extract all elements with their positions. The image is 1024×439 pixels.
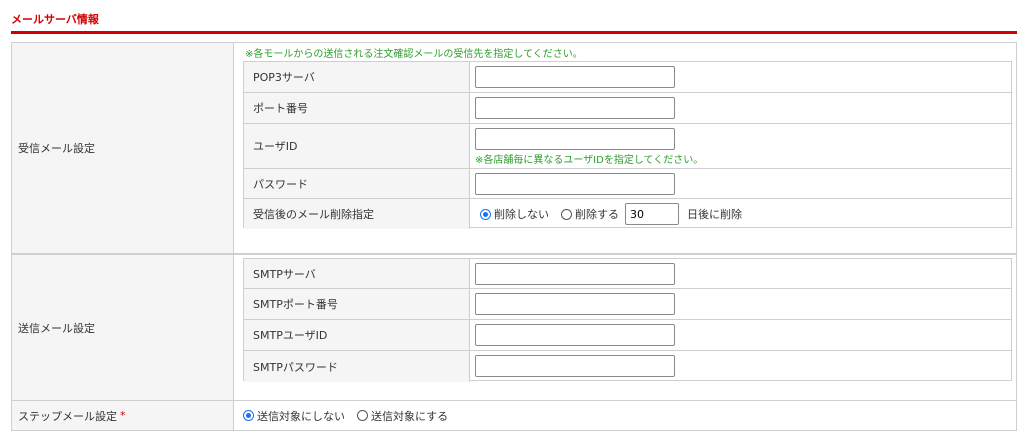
receive-mail-block: 受信メール設定 ※各モールからの送信される注文確認メールの受信先を指定してくださ… (11, 42, 1017, 254)
step-on-label[interactable]: 送信対象にする (371, 408, 448, 424)
smtp-row: SMTPサーバ (244, 259, 1011, 289)
delete-days-suffix: 日後に削除 (687, 208, 742, 221)
delete-yes-label[interactable]: 削除する (575, 206, 619, 222)
receive-mail-label: 受信メール設定 (12, 43, 234, 253)
pop3-label: POP3サーバ (244, 62, 470, 92)
receive-notice: ※各モールからの送信される注文確認メールの受信先を指定してください。 (245, 49, 583, 60)
send-mail-label: 送信メール設定 (12, 255, 234, 400)
pop3-server-input[interactable] (475, 66, 675, 88)
password-row: パスワード (244, 169, 1011, 199)
port-row: ポート番号 (244, 93, 1011, 124)
step-mail-block: ステップメール設定 * 送信対象にしない 送信対象にする (11, 400, 1017, 431)
smtp-port-label: SMTPポート番号 (244, 289, 470, 319)
required-mark: * (120, 409, 126, 422)
step-off-label[interactable]: 送信対象にしない (257, 408, 345, 424)
delete-days-input[interactable] (625, 203, 679, 225)
userid-notice: ※各店舗毎に異なるユーザIDを指定してください。 (475, 155, 704, 166)
userid-input[interactable] (475, 128, 675, 150)
receive-settings-table: POP3サーバ ポート番号 ユーザID ※各店舗毎に異なるユーザIDを指定してく… (243, 61, 1012, 229)
smtp-user-row: SMTPユーザID (244, 320, 1011, 351)
step-mail-options: 送信対象にしない 送信対象にする (243, 401, 448, 430)
port-input[interactable] (475, 97, 675, 119)
smtp-server-input[interactable] (475, 263, 675, 285)
section-title: メールサーバ情報 (11, 13, 99, 26)
title-divider (11, 31, 1017, 34)
send-settings-table: SMTPサーバ SMTPポート番号 SMTPユーザID SMTPパスワード (243, 258, 1012, 382)
smtp-user-label: SMTPユーザID (244, 320, 470, 350)
delete-no-radio[interactable] (480, 208, 491, 220)
pop3-row: POP3サーバ (244, 62, 1011, 93)
delete-yes-radio[interactable] (561, 208, 572, 220)
smtp-password-row: SMTPパスワード (244, 351, 1011, 382)
userid-row: ユーザID ※各店舗毎に異なるユーザIDを指定してください。 (244, 124, 1011, 169)
delete-label: 受信後のメール削除指定 (244, 199, 470, 229)
smtp-label: SMTPサーバ (244, 259, 470, 288)
userid-label: ユーザID (244, 124, 470, 168)
step-on-radio[interactable] (357, 410, 368, 421)
delete-no-label[interactable]: 削除しない (494, 206, 549, 222)
delete-row: 受信後のメール削除指定 削除しない 削除する 日後に削除 (244, 199, 1011, 229)
smtp-port-row: SMTPポート番号 (244, 289, 1011, 320)
port-label: ポート番号 (244, 93, 470, 123)
smtp-password-input[interactable] (475, 355, 675, 377)
step-mail-label-text: ステップメール設定 (18, 409, 117, 423)
step-mail-label: ステップメール設定 * (12, 401, 234, 430)
smtp-password-label: SMTPパスワード (244, 351, 470, 382)
send-mail-block: 送信メール設定 SMTPサーバ SMTPポート番号 SMTPユーザID SMTP… (11, 254, 1017, 401)
smtp-userid-input[interactable] (475, 324, 675, 346)
step-off-radio[interactable] (243, 410, 254, 421)
smtp-port-input[interactable] (475, 293, 675, 315)
password-input[interactable] (475, 173, 675, 195)
password-label: パスワード (244, 169, 470, 198)
